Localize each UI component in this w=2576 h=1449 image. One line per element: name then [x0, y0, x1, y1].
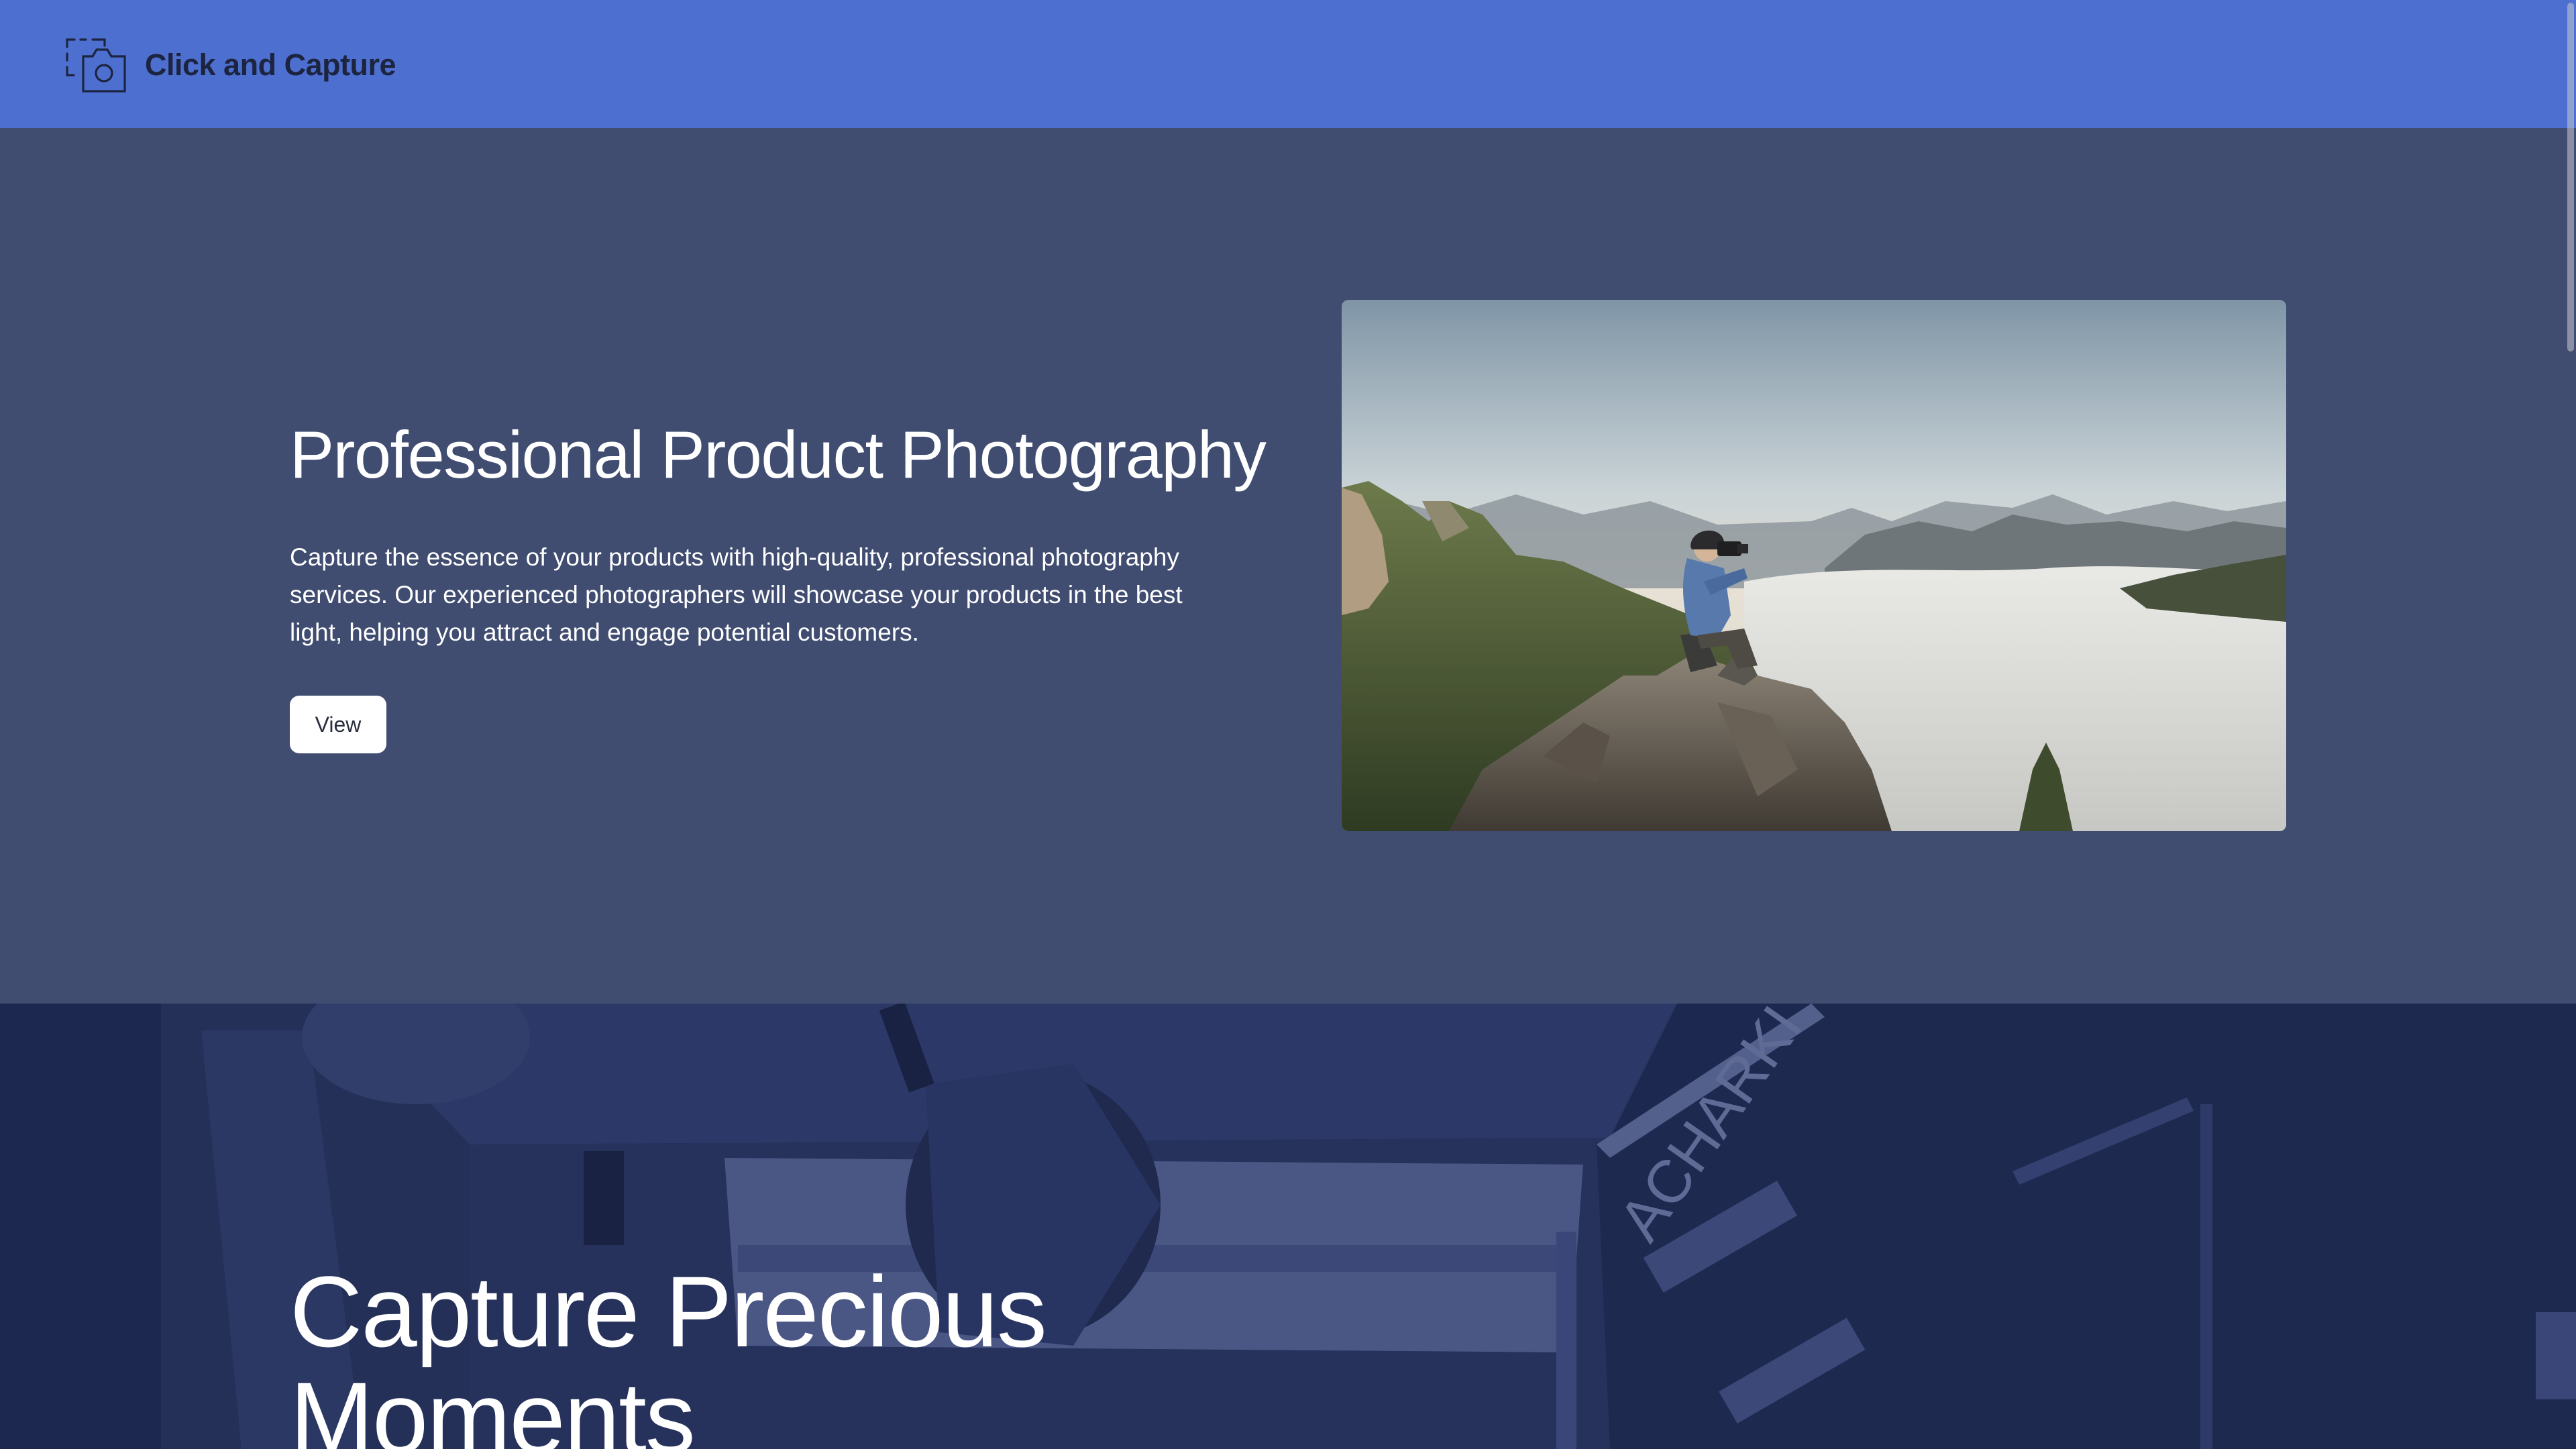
hero-description: Capture the essence of your products wit… — [290, 543, 1183, 646]
studio-title: Capture Precious Moments — [290, 1255, 1047, 1449]
brand[interactable]: Click and Capture — [66, 38, 396, 93]
hero-title: Professional Product Photography — [290, 417, 1267, 492]
view-button[interactable]: View — [290, 696, 386, 753]
page-scrollbar[interactable] — [2563, 0, 2576, 1449]
photographer-on-mountain-image — [1342, 300, 2286, 831]
brand-title: Click and Capture — [145, 48, 396, 82]
site-header: Click and Capture — [0, 0, 2576, 128]
scrollbar-thumb[interactable] — [2567, 3, 2574, 352]
studio-section: ACHARKI Capture Precious Moments — [0, 1004, 2576, 1449]
camera-capture-icon — [66, 38, 127, 93]
hero-section: Professional Product Photography Capture… — [0, 128, 2576, 1004]
